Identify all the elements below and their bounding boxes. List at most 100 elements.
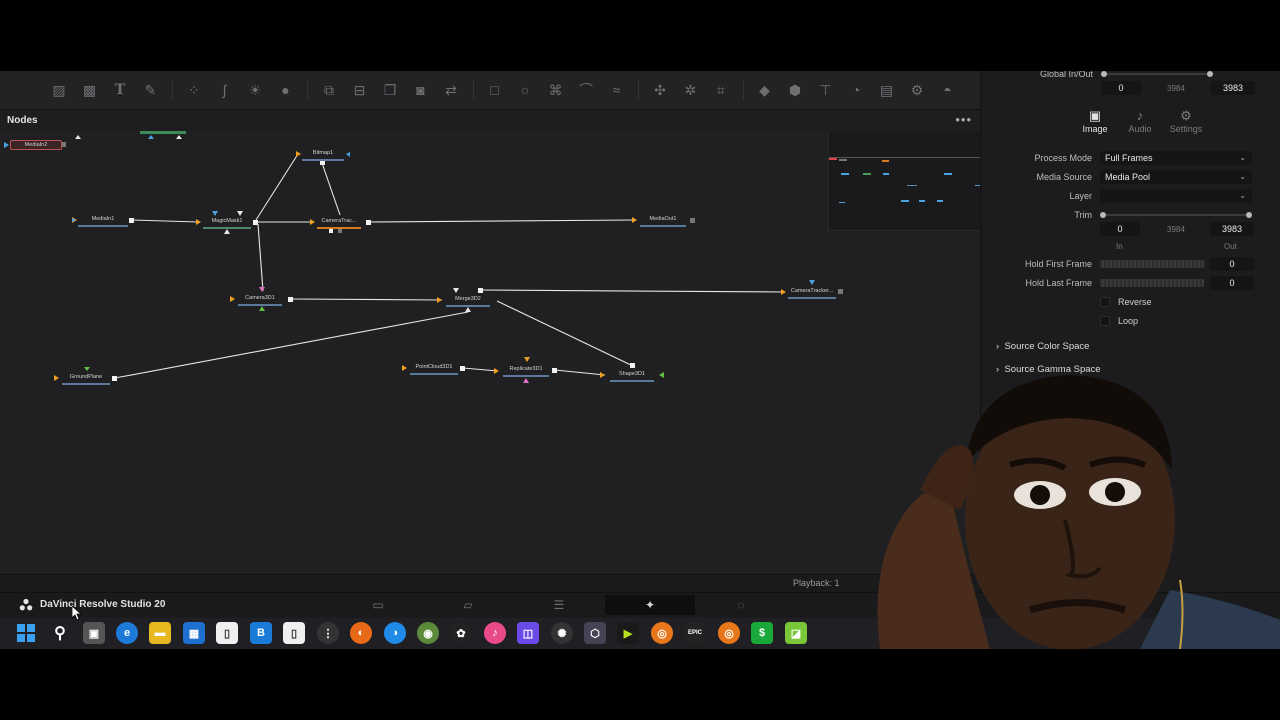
node-replicate3d1[interactable]: Replicate3D1	[503, 365, 549, 377]
3d-app-icon[interactable]: ⬡	[584, 622, 606, 644]
global-in-field[interactable]: 0	[1101, 81, 1141, 95]
firefox-icon[interactable]: ◐	[350, 622, 372, 644]
text3d-icon[interactable]: ⊤	[813, 77, 839, 103]
background-icon[interactable]: ▨	[46, 77, 72, 103]
hold-last-frame-field[interactable]: 0	[1210, 276, 1254, 290]
camera3d-icon[interactable]: ▤	[874, 77, 900, 103]
trim-in-field[interactable]: 0	[1100, 222, 1140, 236]
app-purple-icon[interactable]: ◫	[517, 622, 539, 644]
trim-out-field[interactable]: 3983	[1210, 222, 1254, 236]
hold-first-frame-slider[interactable]	[1100, 260, 1204, 268]
merge-icon[interactable]: ⧉	[316, 77, 342, 103]
paint-stroke-icon[interactable]: ≈	[604, 77, 630, 103]
tab-image[interactable]: ▣ Image	[1070, 108, 1120, 134]
node-cameratracker[interactable]: CameraTrac...	[317, 217, 361, 229]
chrome-icon[interactable]: ◉	[417, 622, 439, 644]
nvidia-icon[interactable]: ▶	[617, 622, 639, 644]
trim-in-knob[interactable]	[1100, 212, 1106, 218]
loop-checkbox[interactable]	[1100, 316, 1110, 326]
audio-tab-icon: ♪	[1136, 108, 1144, 123]
node-bar	[78, 225, 128, 227]
paint-icon[interactable]: ✎	[138, 77, 164, 103]
node-mediaout1[interactable]: MediaOut1	[640, 215, 686, 227]
3d-object-icon[interactable]: ⬢	[782, 77, 808, 103]
process-mode-dropdown[interactable]: Full Frames ⌄	[1100, 151, 1252, 165]
camera-tracker-icon[interactable]: ⌗	[708, 77, 734, 103]
reverse-checkbox[interactable]	[1100, 297, 1110, 307]
blender-icon[interactable]: ◎	[651, 622, 673, 644]
tab-audio[interactable]: ♪ Audio	[1115, 108, 1165, 134]
edge-browser-icon[interactable]: e	[116, 622, 138, 644]
calculator-icon[interactable]: ⋮	[317, 622, 339, 644]
image-icon[interactable]: ▩	[77, 77, 103, 103]
brightness-icon[interactable]: ☀	[242, 77, 268, 103]
cut-page-icon[interactable]: ▱	[423, 595, 513, 615]
drop-icon[interactable]: ●	[273, 77, 299, 103]
edit-app-icon[interactable]: ◪	[785, 622, 807, 644]
color-page-icon[interactable]: ◌	[696, 595, 786, 615]
document-icon[interactable]: ▯	[216, 622, 238, 644]
global-in-out-slider[interactable]	[1105, 73, 1211, 75]
particle-icon[interactable]: ⁘	[181, 77, 207, 103]
more-options-icon[interactable]: •••	[955, 112, 972, 127]
polygon-mask-icon[interactable]: ⌘	[543, 77, 569, 103]
node-mediain1[interactable]: MediaIn1	[78, 215, 128, 227]
global-in-knob[interactable]	[1101, 71, 1107, 77]
search-icon[interactable]: ⚲	[49, 622, 71, 644]
node-magicmask1[interactable]: MagicMask1	[203, 217, 251, 229]
node-navigator-minimap[interactable]	[828, 131, 980, 231]
shape3d-icon[interactable]: ◆	[752, 77, 778, 103]
trim-slider[interactable]	[1104, 214, 1250, 216]
global-out-knob[interactable]	[1207, 71, 1213, 77]
bspline-mask-icon[interactable]: ⌒	[573, 77, 599, 103]
browser-icon[interactable]: ◑	[384, 622, 406, 644]
app-b-icon[interactable]: B	[250, 622, 272, 644]
matte-icon[interactable]: ◙	[408, 77, 434, 103]
source-color-space-section[interactable]: › Source Color Space	[996, 341, 1089, 352]
merge3d-icon[interactable]: ◓	[935, 77, 961, 103]
curve-icon[interactable]: ∫	[212, 77, 238, 103]
media-source-dropdown[interactable]: Media Pool ⌄	[1100, 170, 1252, 184]
media-page-icon[interactable]: ▭	[333, 595, 423, 615]
global-out-field[interactable]: 3983	[1211, 81, 1255, 95]
fusion-page-icon[interactable]: ✦	[605, 595, 695, 615]
node-merge3d2[interactable]: Merge3D2	[446, 295, 490, 307]
presenter-video	[877, 375, 1280, 649]
node-mediain2[interactable]: MediaIn2	[10, 140, 62, 150]
node-pointcloud3d1[interactable]: PointCloud3D1	[410, 363, 458, 375]
text-icon[interactable]: T	[107, 77, 133, 103]
openai-icon[interactable]: ✺	[551, 622, 573, 644]
green-app-icon[interactable]: $	[751, 622, 773, 644]
trim-out-knob[interactable]	[1246, 212, 1252, 218]
edit-page-icon[interactable]: ☰	[514, 595, 604, 615]
ellipse-mask-icon[interactable]: ○	[512, 77, 538, 103]
windows-start-icon[interactable]	[15, 622, 37, 644]
node-graph[interactable]: MediaIn2 Bitmap1 MediaIn1 MagicMask1 Cam…	[0, 131, 980, 574]
blender-alt-icon[interactable]: ◎	[718, 622, 740, 644]
store-icon[interactable]: ▦	[183, 622, 205, 644]
channel-icon[interactable]: ❐	[377, 77, 403, 103]
notepad-icon[interactable]: ▯	[283, 622, 305, 644]
task-view-icon[interactable]: ▣	[83, 622, 105, 644]
tab-settings[interactable]: ⚙ Settings	[1161, 108, 1211, 134]
chatgpt-icon[interactable]: ✿	[450, 622, 472, 644]
hold-last-frame-slider[interactable]	[1100, 279, 1204, 287]
node-cameratracker-renderer[interactable]: CameraTracker...	[788, 287, 836, 299]
hold-first-frame-field[interactable]: 0	[1210, 257, 1254, 271]
chevron-down-icon: ⌄	[1239, 153, 1246, 162]
node-shape3d1[interactable]: Shape3D1	[610, 370, 654, 382]
layer-dropdown[interactable]: ⌄	[1100, 189, 1252, 203]
layer-icon[interactable]: ⊟	[347, 77, 373, 103]
node-groundplane[interactable]: GroundPlane	[62, 373, 110, 385]
epic-games-icon[interactable]: EPIC	[684, 622, 706, 644]
planar-tracker-icon[interactable]: ✲	[678, 77, 704, 103]
renderer3d-icon[interactable]: ⚙	[904, 77, 930, 103]
light3d-icon[interactable]: ◔	[843, 77, 869, 103]
node-bitmap1[interactable]: Bitmap1	[302, 149, 344, 161]
tracker-icon[interactable]: ✣	[647, 77, 673, 103]
rectangle-mask-icon[interactable]: □	[482, 77, 508, 103]
file-explorer-icon[interactable]: ▬	[149, 622, 171, 644]
node-camera3d1[interactable]: Camera3D1	[238, 294, 282, 306]
transform-icon[interactable]: ⇄	[438, 77, 464, 103]
music-icon[interactable]: ♪	[484, 622, 506, 644]
